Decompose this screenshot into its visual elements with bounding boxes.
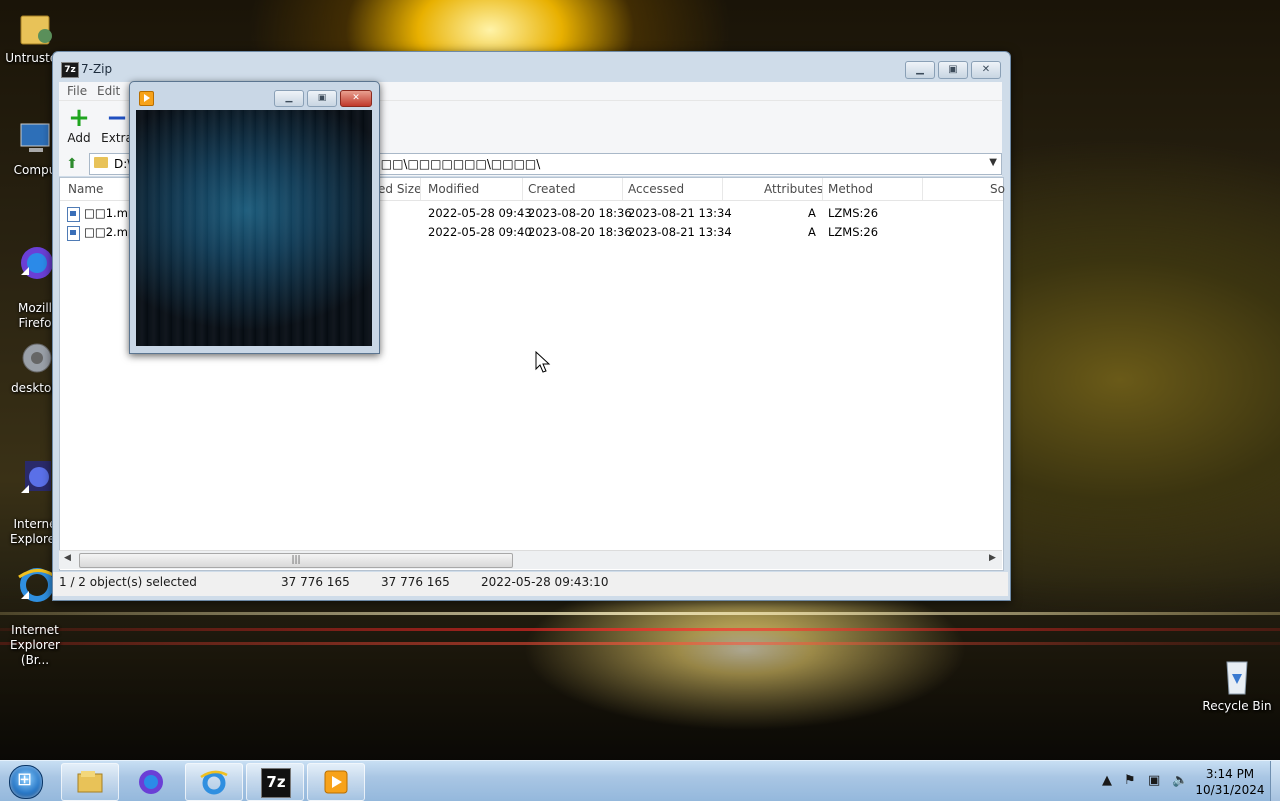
column-divider: [622, 178, 623, 200]
ie-icon: [200, 770, 228, 795]
taskbar-clock[interactable]: 3:14 PM 10/31/2024: [1192, 766, 1268, 798]
video-area[interactable]: [136, 110, 372, 346]
gear-icon: [22, 343, 52, 373]
minimize-button[interactable]: ▁: [905, 61, 935, 79]
firefox-icon: [21, 461, 51, 493]
scroll-thumb[interactable]: |||: [79, 553, 513, 568]
column-packed-size[interactable]: ed Size: [378, 182, 421, 196]
menu-edit[interactable]: Edit: [97, 84, 120, 98]
column-name[interactable]: Name: [68, 182, 103, 196]
minimize-icon: ▁: [285, 93, 293, 103]
column-divider: [922, 178, 923, 200]
column-modified[interactable]: Modified: [428, 182, 479, 196]
status-bar: 1 / 2 object(s) selected 37 776 165 37 7…: [53, 572, 1008, 596]
column-attributes[interactable]: Attributes: [764, 182, 823, 196]
computer-icon: [20, 123, 50, 152]
popup-close-button[interactable]: ✕: [340, 90, 372, 107]
minimize-icon: ▁: [916, 64, 924, 75]
column-method[interactable]: Method: [828, 182, 873, 196]
network-icon[interactable]: ▣: [1148, 773, 1160, 788]
desktop-icon-label: Recycle Bin: [1202, 699, 1272, 713]
folder-icon: [94, 157, 108, 168]
show-desktop-button[interactable]: [1270, 761, 1280, 801]
horizontal-scrollbar[interactable]: ◀ ||| ▶: [59, 550, 1002, 569]
cell-attributes: A: [808, 225, 816, 239]
column-more[interactable]: So: [990, 182, 1005, 196]
popup-minimize-button[interactable]: ▁: [274, 90, 304, 107]
media-player-icon: [139, 91, 154, 106]
wallpaper-streak: [0, 612, 1280, 615]
7zip-icon: 7z: [261, 768, 291, 798]
popup-maximize-button[interactable]: ▣: [307, 90, 337, 107]
recycle-bin-icon: [1226, 661, 1248, 695]
cell-created: 2023-08-20 18:36: [528, 225, 632, 239]
desktop-icon-label: Mozill Firefo: [18, 301, 52, 330]
add-button-label: Add: [67, 131, 91, 145]
cell-method: LZMS:26: [828, 225, 879, 239]
taskbar-media-player[interactable]: [307, 763, 365, 801]
status-date: 2022-05-28 09:43:10: [481, 575, 609, 589]
volume-icon[interactable]: 🔈: [1172, 773, 1188, 788]
column-divider: [522, 178, 523, 200]
video-file-icon: [67, 207, 80, 222]
column-created[interactable]: Created: [528, 182, 576, 196]
cell-method: LZMS:26: [828, 206, 879, 220]
taskbar: 7z ▲ ⚑ ▣ 🔈 3:14 PM 10/31/2024: [0, 760, 1280, 801]
add-button[interactable]: + Add: [59, 105, 99, 145]
status-size: 37 776 165: [281, 575, 350, 589]
column-accessed[interactable]: Accessed: [628, 182, 684, 196]
status-packed: 37 776 165: [381, 575, 450, 589]
video-file-icon: [67, 226, 80, 241]
plus-icon: +: [68, 103, 90, 133]
chevron-down-icon[interactable]: ▼: [989, 157, 997, 168]
close-icon: ✕: [981, 64, 991, 75]
cell-modified: 2022-05-28 09:43: [428, 206, 532, 220]
status-selection: 1 / 2 object(s) selected: [59, 575, 197, 589]
desktop-icon-label: Internet Explorer (Br...: [10, 623, 60, 667]
taskbar-explorer[interactable]: [61, 763, 119, 801]
column-divider: [722, 178, 723, 200]
media-player-icon: [324, 770, 348, 794]
cell-created: 2023-08-20 18:36: [528, 206, 632, 220]
sevenzip-app-icon: 7z: [61, 62, 79, 78]
folder-user-icon: [20, 15, 52, 45]
maximize-icon: ▣: [948, 64, 958, 75]
up-folder-button[interactable]: ⬆: [63, 155, 81, 173]
menu-file[interactable]: File: [67, 84, 87, 98]
close-icon: ✕: [352, 93, 360, 103]
taskbar-7zip[interactable]: 7z: [246, 763, 304, 801]
desktop-icon-label: Compu: [13, 163, 57, 177]
close-button[interactable]: ✕: [971, 61, 1001, 79]
mouse-cursor-icon: [535, 351, 551, 373]
column-divider: [822, 178, 823, 200]
desktop-icon-recycle-bin[interactable]: Recycle Bin: [1200, 656, 1274, 714]
clock-date: 10/31/2024: [1195, 783, 1265, 797]
clock-time: 3:14 PM: [1205, 767, 1255, 781]
wallpaper-streak: [0, 642, 1280, 645]
cell-attributes: A: [808, 206, 816, 220]
firefox-icon: [21, 247, 53, 279]
start-button[interactable]: [3, 761, 47, 801]
tray-expand-icon[interactable]: ▲: [1102, 773, 1112, 788]
taskbar-firefox[interactable]: [122, 763, 180, 801]
windows-logo-icon: [9, 765, 43, 799]
firefox-icon: [139, 770, 163, 794]
maximize-button[interactable]: ▣: [938, 61, 968, 79]
maximize-icon: ▣: [317, 93, 327, 103]
taskbar-ie[interactable]: [185, 763, 243, 801]
ie-icon: [18, 568, 54, 602]
cell-modified: 2022-05-28 09:40: [428, 225, 532, 239]
column-divider: [420, 178, 421, 200]
wallpaper-streak: [0, 628, 1280, 631]
window-title: 7-Zip: [81, 62, 113, 76]
scroll-left-icon[interactable]: ◀: [64, 553, 71, 563]
explorer-icon: [77, 771, 103, 793]
cell-accessed: 2023-08-21 13:34: [628, 206, 732, 220]
up-arrow-icon: ⬆: [66, 156, 78, 172]
scroll-right-icon[interactable]: ▶: [989, 553, 996, 563]
cell-accessed: 2023-08-21 13:34: [628, 225, 732, 239]
action-center-flag-icon[interactable]: ⚑: [1124, 773, 1136, 788]
media-player-window[interactable]: ▁ ▣ ✕: [129, 81, 380, 354]
